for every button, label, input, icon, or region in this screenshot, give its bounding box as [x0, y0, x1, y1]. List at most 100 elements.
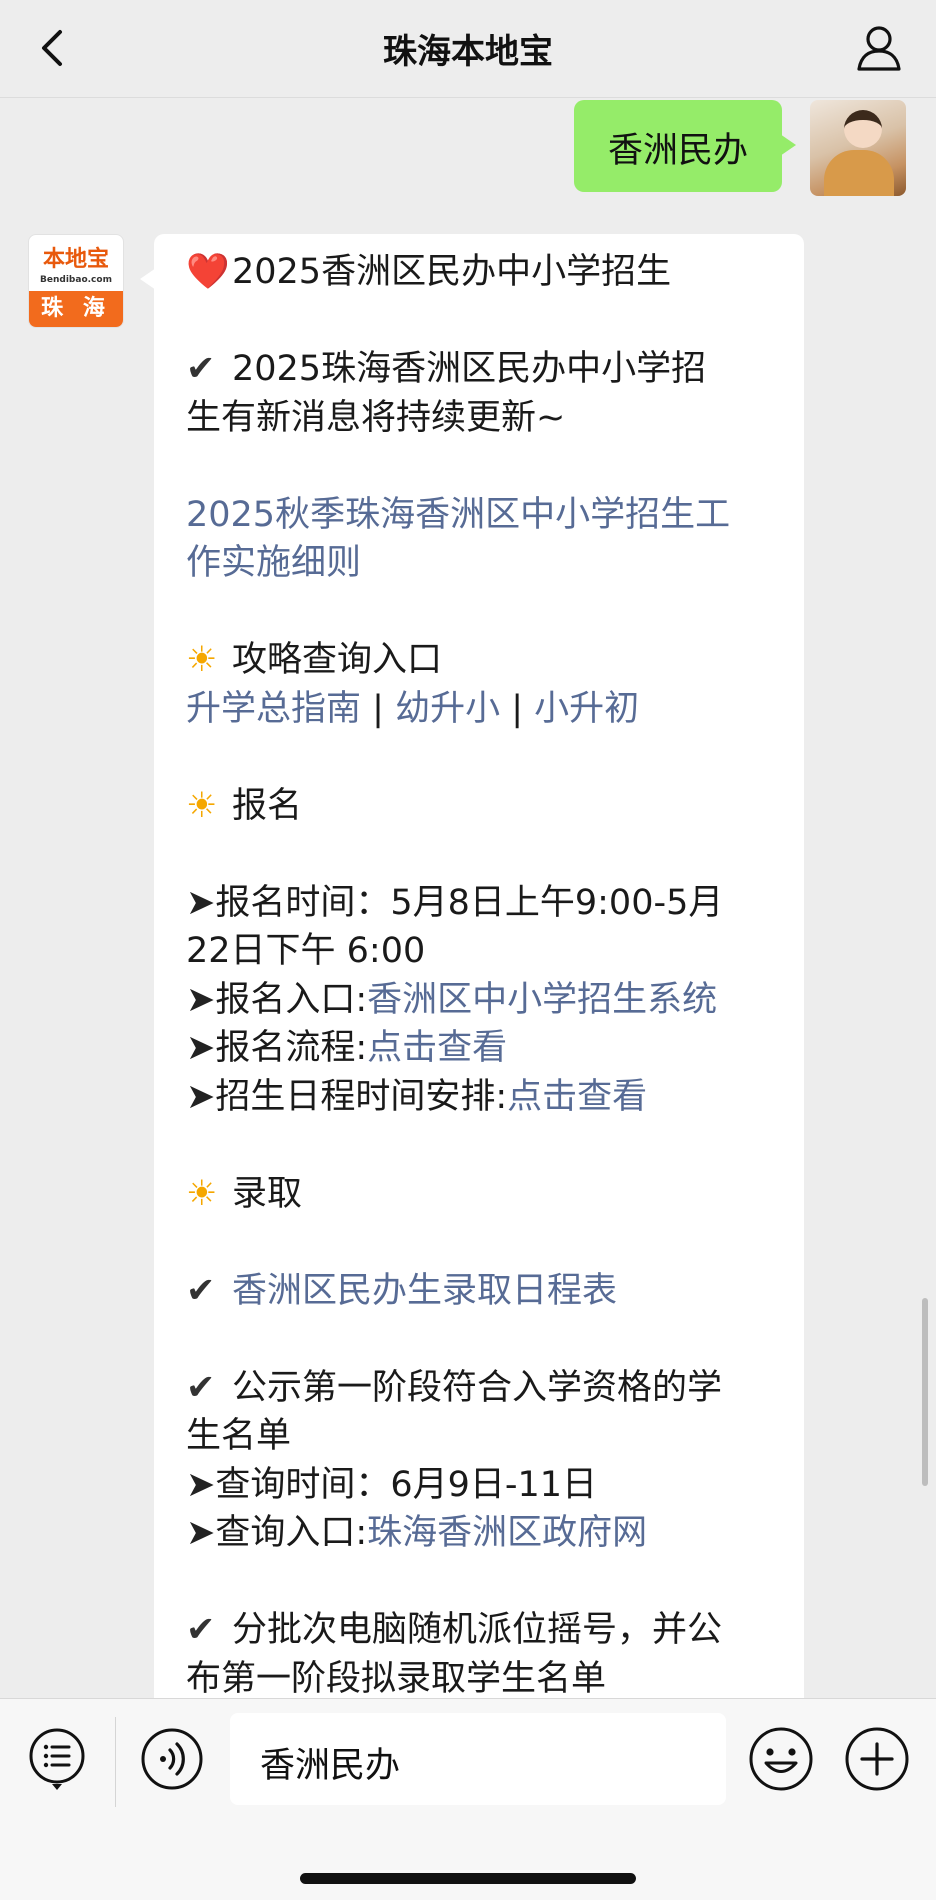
- reply-line: ❤️2025香洲区民办中小学招生: [186, 248, 774, 297]
- plus-icon: [845, 1727, 909, 1791]
- reply-line: [186, 830, 774, 879]
- reply-link[interactable]: 2025秋季珠海香洲区中小学招生工: [186, 495, 730, 535]
- reply-text: 查询时间：6月9日-11日: [215, 1464, 598, 1505]
- reply-line: 生有新消息将持续更新~: [186, 394, 774, 443]
- reply-text: 2025珠海香洲区民办中小学招: [232, 349, 707, 389]
- avatar-face: [844, 110, 882, 148]
- check-icon: ✔: [186, 1610, 216, 1650]
- reply-line: [186, 297, 774, 346]
- divider: [115, 1717, 116, 1807]
- emoji-button[interactable]: [748, 1726, 814, 1792]
- link-separator: |: [500, 688, 535, 729]
- heart-icon: ❤️: [186, 252, 230, 292]
- home-indicator[interactable]: [300, 1873, 636, 1884]
- reply-line: ✔ 分批次电脑随机派位摇号，并公: [186, 1606, 774, 1655]
- reply-line: ➤查询时间：6月9日-11日: [186, 1461, 774, 1510]
- reply-text: 报名时间：5月8日上午9:00-5月: [215, 882, 724, 923]
- reply-line: [186, 1558, 774, 1607]
- reply-link[interactable]: 作实施细则: [186, 543, 361, 583]
- bot-avatar[interactable]: 本地宝 Bendibao.com 珠 海: [28, 234, 124, 328]
- message-input[interactable]: 香洲民办: [230, 1713, 726, 1805]
- reply-line: 2025秋季珠海香洲区中小学招生工: [186, 491, 774, 540]
- profile-icon: [857, 26, 901, 71]
- reply-line: ✔ 2025珠海香洲区民办中小学招: [186, 345, 774, 394]
- check-icon: ✔: [186, 1270, 216, 1311]
- reply-line: ☀ 报名: [186, 782, 774, 831]
- reply-text: 查询入口:: [215, 1513, 368, 1553]
- reply-text: 招生日程时间安排:: [215, 1076, 508, 1117]
- scrollbar-thumb[interactable]: [922, 1298, 928, 1486]
- reply-line: [186, 442, 774, 491]
- arrow-bullet-icon: ➤: [186, 882, 216, 923]
- reply-line: ➤报名流程:点击查看: [186, 1024, 774, 1073]
- outgoing-message-bubble[interactable]: 香洲民办: [573, 100, 797, 192]
- menu-button[interactable]: [28, 1727, 86, 1793]
- reply-link[interactable]: 小升初: [534, 689, 639, 729]
- voice-button[interactable]: [140, 1727, 204, 1791]
- arrow-bullet-icon: ➤: [186, 1028, 216, 1068]
- arrow-bullet-icon: ➤: [186, 1464, 216, 1505]
- voice-icon: [141, 1728, 203, 1790]
- check-icon: ✔: [186, 1367, 216, 1408]
- sun-icon: ☀: [186, 1173, 218, 1214]
- reply-link[interactable]: 点击查看: [367, 1028, 507, 1068]
- reply-line: 22日下午 6:00: [186, 927, 774, 976]
- reply-line: [186, 588, 774, 637]
- bot-logo-url: Bendibao.com: [40, 275, 112, 285]
- reply-line: ➤查询入口:珠海香洲区政府网: [186, 1509, 774, 1558]
- chat-area[interactable]: 香洲民办 本地宝 Bendibao.com 珠 海 ❤️2025香洲区民办中小学…: [0, 98, 936, 1698]
- reply-line: 生名单: [186, 1412, 774, 1461]
- reply-line: 作实施细则: [186, 539, 774, 588]
- emoji-icon: [749, 1727, 813, 1791]
- reply-message-bubble: ❤️2025香洲区民办中小学招生 ✔ 2025珠海香洲区民办中小学招生有新消息将持续…: [140, 234, 804, 1699]
- bot-logo-text: 本地宝: [42, 247, 109, 272]
- reply-line: ☀ 录取: [186, 1170, 774, 1219]
- reply-link[interactable]: 点击查看: [507, 1077, 647, 1117]
- sun-icon: ☀: [186, 785, 218, 826]
- check-icon: ✔: [186, 349, 216, 389]
- reply-text: 2025香洲区民办中小学招生: [232, 252, 672, 292]
- reply-text: 22日下午 6:00: [186, 931, 426, 971]
- reply-line: ✔ 公示第一阶段符合入学资格的学: [186, 1364, 774, 1413]
- arrow-bullet-icon: ➤: [186, 1076, 216, 1117]
- link-separator: |: [361, 688, 396, 729]
- reply-link[interactable]: 幼升小: [395, 689, 500, 729]
- reply-text: 布第一阶段拟录取学生名单: [186, 1658, 607, 1699]
- more-button[interactable]: [844, 1726, 910, 1792]
- reply-text: 生有新消息将持续更新~: [186, 397, 566, 438]
- reply-text: 公示第一阶段符合入学资格的学: [232, 1367, 723, 1408]
- reply-text: 报名入口:: [215, 979, 368, 1020]
- avatar-body: [824, 150, 894, 196]
- reply-line: ➤招生日程时间安排:点击查看: [186, 1073, 774, 1122]
- reply-link[interactable]: 香洲区中小学招生系统: [367, 980, 717, 1020]
- reply-line: 布第一阶段拟录取学生名单: [186, 1655, 774, 1699]
- reply-line: ➤报名入口:香洲区中小学招生系统: [186, 976, 774, 1025]
- reply-link[interactable]: 珠海香洲区政府网: [367, 1513, 647, 1553]
- sun-icon: ☀: [186, 640, 218, 680]
- reply-text: 报名: [232, 785, 303, 826]
- reply-text: 分批次电脑随机派位摇号，并公: [232, 1610, 723, 1650]
- arrow-bullet-icon: ➤: [186, 1513, 216, 1553]
- reply-text: 录取: [232, 1173, 303, 1214]
- reply-line: 升学总指南 | 幼升小 | 小升初: [186, 685, 774, 734]
- menu-list-icon: [29, 1728, 85, 1790]
- reply-line: [186, 1315, 774, 1364]
- reply-line: ➤报名时间：5月8日上午9:00-5月: [186, 879, 774, 928]
- reply-text: 报名流程:: [215, 1028, 368, 1068]
- reply-link[interactable]: 升学总指南: [186, 689, 361, 729]
- reply-line: ☀ 攻略查询入口: [186, 636, 774, 685]
- page-title: 珠海本地宝: [383, 32, 553, 72]
- reply-line: [186, 1218, 774, 1267]
- reply-text: 攻略查询入口: [232, 640, 443, 680]
- profile-button[interactable]: [854, 22, 904, 74]
- my-avatar[interactable]: [810, 100, 906, 196]
- bot-logo-city: 珠 海: [29, 291, 123, 327]
- reply-line: [186, 733, 774, 782]
- reply-text: 生名单: [186, 1416, 292, 1456]
- arrow-bullet-icon: ➤: [186, 979, 216, 1020]
- nav-bar: 珠海本地宝: [0, 0, 936, 98]
- reply-line: [186, 1121, 774, 1170]
- reply-link[interactable]: 香洲区民办生录取日程表: [232, 1271, 617, 1311]
- input-bar: 香洲民办: [0, 1698, 936, 1900]
- reply-line: ✔ 香洲区民办生录取日程表: [186, 1267, 774, 1316]
